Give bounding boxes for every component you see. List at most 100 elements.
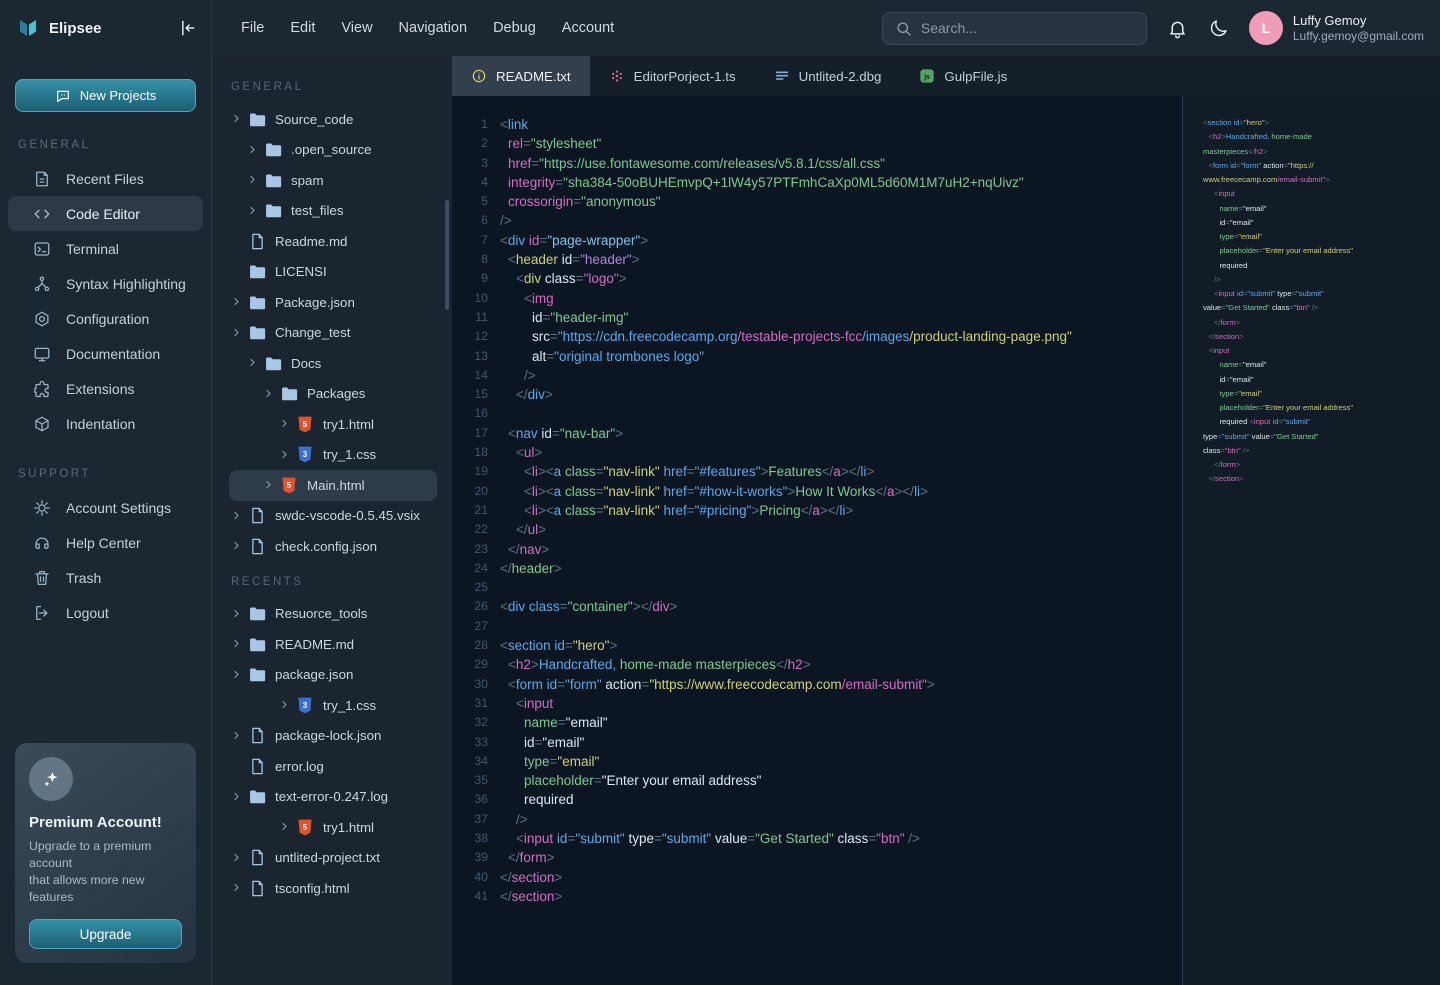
sidebar-item-documentation[interactable]: Documentation (8, 336, 203, 371)
sidebar-item-logout[interactable]: Logout (8, 595, 203, 630)
chevron-right-icon[interactable] (232, 727, 248, 745)
menu-edit[interactable]: Edit (289, 16, 316, 40)
chevron-right-icon[interactable] (232, 788, 248, 806)
tree-item-test-files[interactable]: test_files (229, 196, 437, 227)
tree-item-tsconfig-html[interactable]: tsconfig.html (229, 873, 437, 904)
new-projects-button[interactable]: New Projects (15, 79, 196, 112)
menu-file[interactable]: File (240, 16, 265, 40)
sidebar-item-recent-files[interactable]: Recent Files (8, 161, 203, 196)
line-number: 39 (452, 848, 488, 867)
chevron-right-icon[interactable] (232, 879, 248, 897)
code-line-text: name="email" (488, 713, 608, 732)
chevron-right-icon[interactable] (264, 385, 280, 403)
chevron-right-icon[interactable] (232, 293, 248, 311)
tree-item-label: swdc-vscode-0.5.45.vsix (275, 508, 420, 523)
tree-item-spam[interactable]: spam (229, 165, 437, 196)
chevron-right-icon[interactable] (248, 171, 264, 189)
line-number: 32 (452, 713, 488, 732)
info-icon (471, 68, 487, 84)
tree-item-try-1-css[interactable]: 3try_1.css (229, 690, 437, 721)
tab-editorporject-1-ts[interactable]: EditorPorject-1.ts (590, 56, 755, 96)
minimap-line: name="email" (1203, 358, 1440, 372)
sidebar-item-code-editor[interactable]: Code Editor (8, 196, 203, 231)
tree-item-untlited-project-txt[interactable]: untlited-project.txt (229, 843, 437, 874)
explorer-scrollbar-thumb[interactable] (445, 200, 449, 310)
chevron-right-icon[interactable] (264, 476, 280, 494)
collapse-sidebar-icon[interactable] (177, 18, 197, 38)
menu-view[interactable]: View (340, 16, 373, 40)
chevron-right-icon[interactable] (232, 849, 248, 867)
sidebar-item-label: Indentation (66, 416, 135, 432)
tree-item-change-test[interactable]: Change_test (229, 318, 437, 349)
chevron-right-icon[interactable] (232, 110, 248, 128)
tab-readme-txt[interactable]: README.txt (452, 56, 590, 96)
chevron-right-icon[interactable] (232, 324, 248, 342)
tab-gulpfile-js[interactable]: jsGulpFile.js (900, 56, 1026, 96)
notifications-bell-icon[interactable] (1167, 18, 1188, 39)
tree-item-licensi[interactable]: LICENSI (229, 257, 437, 288)
chevron-right-icon[interactable] (280, 818, 296, 836)
tree-item-check-config-json[interactable]: check.config.json (229, 531, 437, 562)
tree-item-label: Docs (291, 356, 321, 371)
dark-mode-moon-icon[interactable] (1208, 18, 1229, 39)
tree-item-docs[interactable]: Docs (229, 348, 437, 379)
tree-item-readme-md[interactable]: Readme.md (229, 226, 437, 257)
search-box[interactable] (882, 12, 1147, 45)
chevron-right-icon[interactable] (280, 446, 296, 464)
code-line: 13alt="original trombones logo" (452, 347, 1182, 366)
avatar[interactable]: L (1249, 11, 1283, 45)
line-number: 23 (452, 540, 488, 559)
file-icon (248, 507, 266, 524)
chevron-right-icon[interactable] (232, 507, 248, 525)
code-editor-pane[interactable]: 1<link2rel="stylesheet"3href="https://us… (452, 96, 1182, 985)
chevron-right-icon[interactable] (248, 202, 264, 220)
tree-item-readme-md[interactable]: README.md (229, 629, 437, 660)
tree-item-try1-html[interactable]: 5try1.html (229, 812, 437, 843)
sidebar-item-help-center[interactable]: Help Center (8, 525, 203, 560)
tree-item-main-html[interactable]: 5Main.html (229, 470, 437, 501)
minimap[interactable]: <section id="hero"><h2>Handcrafted, home… (1182, 96, 1440, 985)
tree-item-try-1-css[interactable]: 3try_1.css (229, 440, 437, 471)
menu-debug[interactable]: Debug (492, 16, 537, 40)
menu-account[interactable]: Account (561, 16, 615, 40)
chevron-right-icon[interactable] (232, 537, 248, 555)
sidebar-item-extensions[interactable]: Extensions (8, 371, 203, 406)
premium-description: Upgrade to a premium account that allows… (29, 838, 182, 906)
tree-item-try1-html[interactable]: 5try1.html (229, 409, 437, 440)
logout-icon (33, 604, 51, 622)
tree-item-error-log[interactable]: error.log (229, 751, 437, 782)
sidebar-item-trash[interactable]: Trash (8, 560, 203, 595)
chevron-right-icon[interactable] (280, 696, 296, 714)
code-line: 30<form id="form" action="https://www.fr… (452, 675, 1182, 694)
tree-item-source-code[interactable]: Source_code (229, 104, 437, 135)
search-input[interactable] (921, 20, 1134, 36)
tree-item-resuorce-tools[interactable]: Resuorce_tools (229, 599, 437, 630)
tree-item-open-source[interactable]: .open_source (229, 135, 437, 166)
tab-untlited-2-dbg[interactable]: Untlited-2.dbg (755, 56, 901, 96)
tree-item-package-json[interactable]: package.json (229, 660, 437, 691)
chevron-right-icon[interactable] (248, 141, 264, 159)
menu-navigation[interactable]: Navigation (398, 16, 469, 40)
chevron-right-icon[interactable] (232, 635, 248, 653)
tree-item-package-json[interactable]: Package.json (229, 287, 437, 318)
sidebar-item-indentation[interactable]: Indentation (8, 406, 203, 441)
sidebar-item-label: Syntax Highlighting (66, 276, 186, 292)
chevron-right-icon[interactable] (248, 354, 264, 372)
tree-item-text-error-0-247-log[interactable]: text-error-0.247.log (229, 782, 437, 813)
tree-item-package-lock-json[interactable]: package-lock.json (229, 721, 437, 752)
chevron-right-icon[interactable] (232, 666, 248, 684)
tree-item-label: package-lock.json (275, 728, 381, 743)
line-number: 10 (452, 289, 488, 308)
sidebar-item-configuration[interactable]: Configuration (8, 301, 203, 336)
tree-item-swdc-vscode-0-5-45-vsix[interactable]: swdc-vscode-0.5.45.vsix (229, 501, 437, 532)
sidebar-item-syntax-highlighting[interactable]: Syntax Highlighting (8, 266, 203, 301)
sidebar-item-account-settings[interactable]: Account Settings (8, 490, 203, 525)
chevron-right-icon[interactable] (232, 605, 248, 623)
user-account[interactable]: L Luffy Gemoy Luffy.gemoy@gmail.com (1249, 11, 1424, 45)
upgrade-button[interactable]: Upgrade (29, 919, 182, 949)
chevron-right-icon[interactable] (280, 415, 296, 433)
minimap-line: <form id="form" action="https:// (1203, 159, 1440, 173)
sidebar-item-terminal[interactable]: Terminal (8, 231, 203, 266)
code-line: 5crossorigin="anonymous" (452, 192, 1182, 211)
tree-item-packages[interactable]: Packages (229, 379, 437, 410)
